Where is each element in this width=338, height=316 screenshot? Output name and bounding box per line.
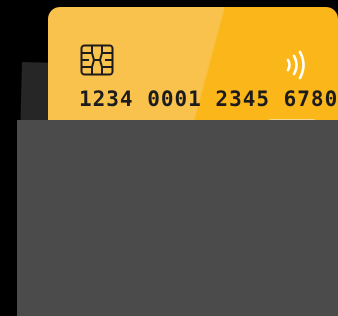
wallet-illustration: 1234 0001 2345 6780 — [0, 0, 338, 316]
card-number: 1234 0001 2345 6780 — [79, 87, 338, 111]
wallet-front-pocket — [17, 120, 338, 316]
chip-icon — [80, 44, 114, 76]
contactless-icon — [286, 50, 305, 80]
